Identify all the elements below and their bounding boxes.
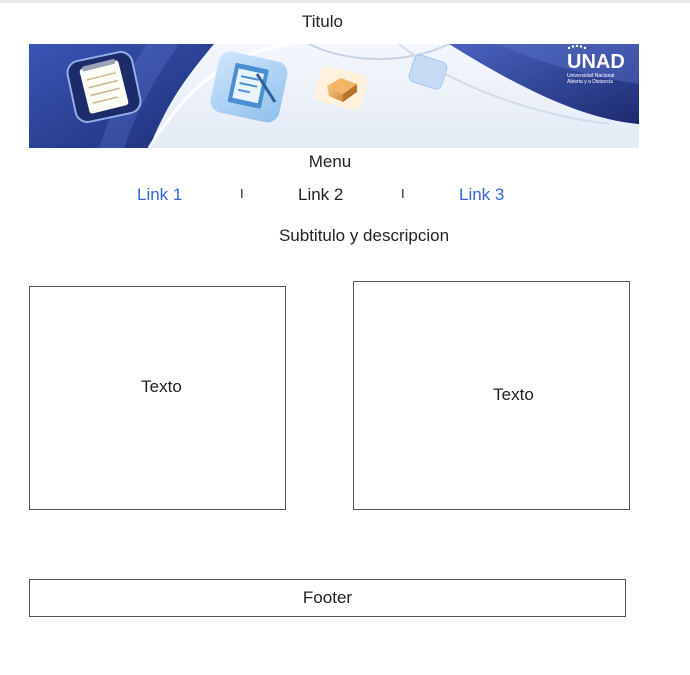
nav-link-1[interactable]: Link 1 xyxy=(137,185,182,205)
header-banner: UNAD Universidad Nacional Abierta y a Di… xyxy=(29,44,639,148)
nav-separator: I xyxy=(240,186,244,201)
top-rule xyxy=(0,0,690,3)
content-box-right-text: Texto xyxy=(493,384,534,404)
content-box-left-text: Texto xyxy=(141,377,182,396)
nav-link-2[interactable]: Link 2 xyxy=(298,185,343,205)
subtitle: Subtitulo y descripcion xyxy=(278,226,450,245)
page-title: Titulo xyxy=(302,12,343,31)
svg-text:UNAD: UNAD xyxy=(567,51,625,73)
nav-link-3[interactable]: Link 3 xyxy=(459,185,504,205)
menu-title: Menu xyxy=(308,152,352,171)
notepad-icon xyxy=(66,51,142,123)
main-nav: Link 1 I Link 2 I Link 3 xyxy=(0,183,690,207)
nav-separator: I xyxy=(401,186,405,201)
content-box-right: Texto xyxy=(353,281,630,510)
footer-text: Footer xyxy=(302,588,353,607)
svg-text:Abierta y a Distancia: Abierta y a Distancia xyxy=(567,79,613,85)
content-box-left: Texto xyxy=(29,286,286,510)
footer: Footer xyxy=(29,579,626,617)
